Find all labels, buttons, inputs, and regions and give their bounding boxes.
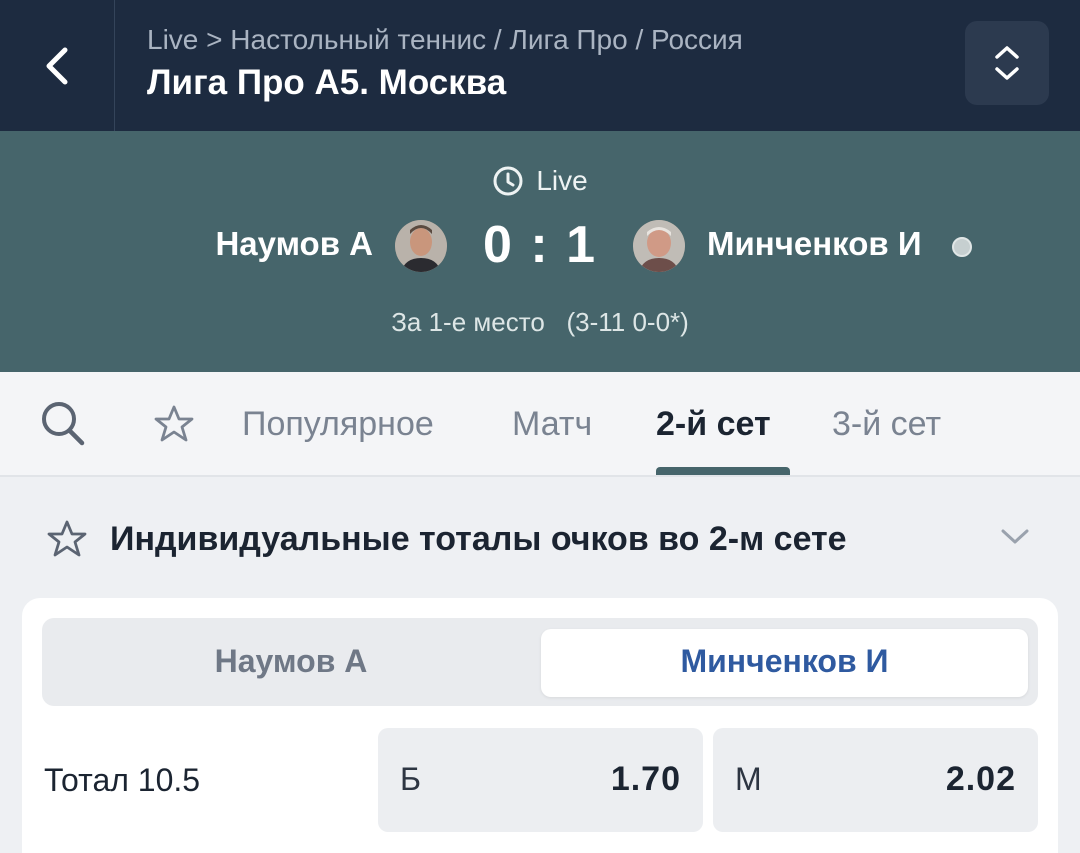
serve-indicator [952, 237, 972, 257]
search-icon [42, 402, 85, 446]
match-info: За 1-е место (3-11 0-0*) [391, 307, 689, 337]
favorites-tab[interactable] [153, 404, 195, 449]
star-icon [154, 405, 194, 442]
scoreboard: Live Наумов А 0 : 1 Минченков И За 1-е м… [0, 131, 1080, 372]
page-title: Лига Про А5. Москва [147, 63, 507, 102]
odd-key-over: Б [400, 761, 421, 797]
collapse-button[interactable] [999, 525, 1031, 554]
player-option-team1[interactable]: Наумов А [42, 643, 540, 680]
chevron-down-icon [1001, 529, 1029, 544]
odd-value-over: 1.70 [610, 760, 681, 798]
tab-match[interactable]: Матч [512, 405, 592, 444]
search-button[interactable] [40, 400, 86, 453]
chevron-up-down-icon [995, 46, 1019, 80]
odd-under-button[interactable]: М 2.02 [713, 728, 1038, 832]
tab-set-3[interactable]: 3-й сет [832, 405, 941, 444]
clock-icon [493, 166, 523, 196]
back-button[interactable] [0, 0, 115, 131]
live-label: Live [536, 165, 588, 196]
active-tab-indicator [656, 467, 790, 475]
odd-value-under: 2.02 [945, 760, 1016, 798]
breadcrumb[interactable]: Live > Настольный теннис / Лига Про / Ро… [147, 24, 743, 56]
live-status: Live [0, 165, 1080, 197]
market-title: Индивидуальные тоталы очков во 2-м сете [110, 520, 847, 558]
total-label: Тотал 10.5 [44, 762, 201, 798]
odd-key-under: М [735, 761, 762, 797]
team2-name: Минченков И [707, 225, 922, 262]
top-bar: Live > Настольный теннис / Лига Про / Ро… [0, 0, 1080, 131]
star-icon [47, 520, 87, 557]
market-favorite-button[interactable] [46, 519, 88, 564]
odd-over-button[interactable]: Б 1.70 [378, 728, 703, 832]
player-option-team2[interactable]: Минченков И [541, 643, 1028, 680]
expand-button[interactable] [965, 21, 1049, 105]
tab-popular[interactable]: Популярное [242, 405, 434, 444]
tab-set-2[interactable]: 2-й сет [656, 405, 771, 444]
team2-avatar [633, 220, 685, 272]
chevron-left-icon [46, 47, 68, 84]
